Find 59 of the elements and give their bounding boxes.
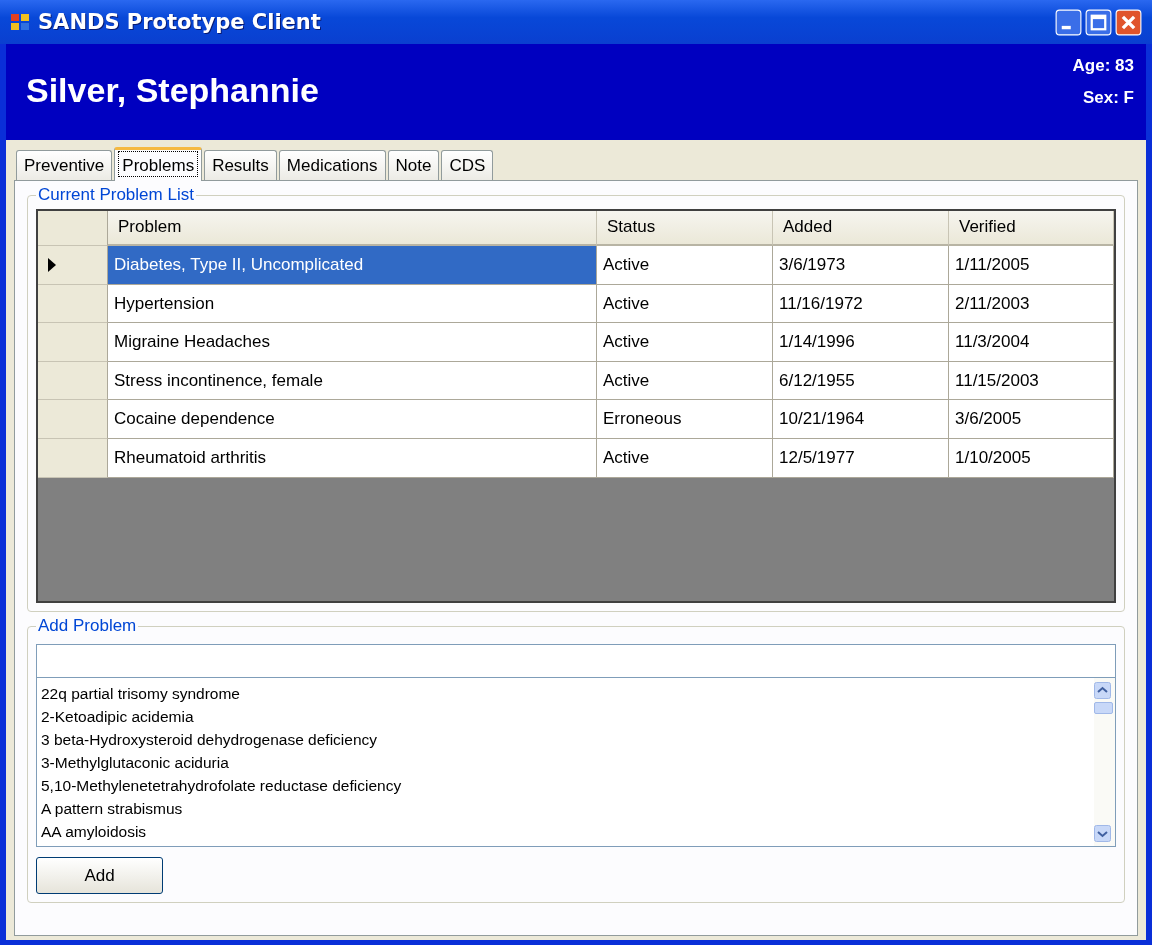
table-cell: 1/11/2005 [949, 246, 1114, 285]
list-item[interactable]: 3 beta-Hydroxysteroid dehydrogenase deficiency [41, 728, 1090, 751]
column-header[interactable]: Status [597, 211, 773, 246]
group-title: Add Problem [37, 616, 138, 636]
table-cell: 3/6/1973 [773, 246, 949, 285]
scrollbar[interactable] [1094, 678, 1115, 846]
patient-name: Silver, Stephannie [26, 70, 319, 110]
table-cell: Active [597, 438, 773, 478]
tab[interactable]: Preventive [16, 150, 113, 180]
column-header[interactable]: Verified [949, 211, 1114, 246]
table-cell: 11/15/2003 [949, 361, 1114, 401]
minimize-icon[interactable] [1055, 8, 1082, 36]
list-item[interactable]: 22q partial trisomy syndrome [41, 682, 1090, 705]
search-field[interactable] [36, 644, 1116, 678]
add-button[interactable]: Add [36, 857, 163, 894]
table-cell: 10/21/1964 [773, 400, 949, 439]
table-cell: 12/5/1977 [773, 438, 949, 478]
table-cell: Stress incontinence, female [108, 361, 597, 401]
table-cell: 1/14/1996 [773, 323, 949, 362]
table-cell: Cocaine dependence [108, 400, 597, 439]
tab[interactable]: Results [204, 150, 277, 180]
list-item[interactable]: AA amyloidosis [41, 820, 1090, 843]
table-cell: 3/6/2005 [949, 400, 1114, 439]
close-icon[interactable] [1115, 8, 1142, 36]
tab[interactable]: Note [387, 150, 440, 180]
table-cell: 6/12/1955 [773, 361, 949, 401]
table-cell: 2/11/2003 [949, 284, 1114, 324]
table-cell: Active [597, 246, 773, 285]
table-cell: Active [597, 323, 773, 362]
table-cell: Erroneous [597, 400, 773, 439]
tab[interactable]: Medications [278, 150, 386, 180]
list-item[interactable]: 5,10-Methylenetetrahydrofolate reductase deficiency [41, 774, 1090, 797]
table-cell: Hypertension [108, 284, 597, 324]
scroll-down-icon[interactable] [1094, 825, 1111, 842]
table-cell: Active [597, 284, 773, 324]
tab[interactable]: CDS [441, 150, 494, 180]
table-cell: Migraine Headaches [108, 323, 597, 362]
table-cell: Active [597, 361, 773, 401]
corner-header [38, 211, 108, 246]
row-header[interactable] [38, 246, 108, 285]
list-item[interactable]: 3-Methylglutaconic aciduria [41, 751, 1090, 774]
window-title: SANDS Prototype Client [38, 10, 322, 34]
table-cell: 11/16/1972 [773, 284, 949, 324]
scroll-up-icon[interactable] [1094, 682, 1111, 699]
column-header[interactable]: Problem [108, 211, 597, 246]
group-title: Current Problem List [37, 185, 195, 205]
list-item[interactable]: 2-Ketoadipic acidemia [41, 705, 1090, 728]
scroll-thumb[interactable] [1094, 702, 1113, 714]
maximize-icon[interactable] [1085, 8, 1112, 36]
table-cell: Rheumatoid arthritis [108, 438, 597, 478]
table-cell: Diabetes, Type II, Uncomplicated [108, 246, 597, 285]
app-icon [10, 13, 30, 31]
patient-sex: Sex: F [1082, 88, 1134, 108]
list-item[interactable]: A pattern strabismus [41, 797, 1090, 820]
table-cell: 1/10/2005 [949, 438, 1114, 478]
tab[interactable]: Problems [114, 147, 203, 181]
column-header[interactable]: Added [773, 211, 949, 246]
patient-age: Age: 83 [1072, 56, 1134, 76]
table-cell: 11/3/2004 [949, 323, 1114, 362]
